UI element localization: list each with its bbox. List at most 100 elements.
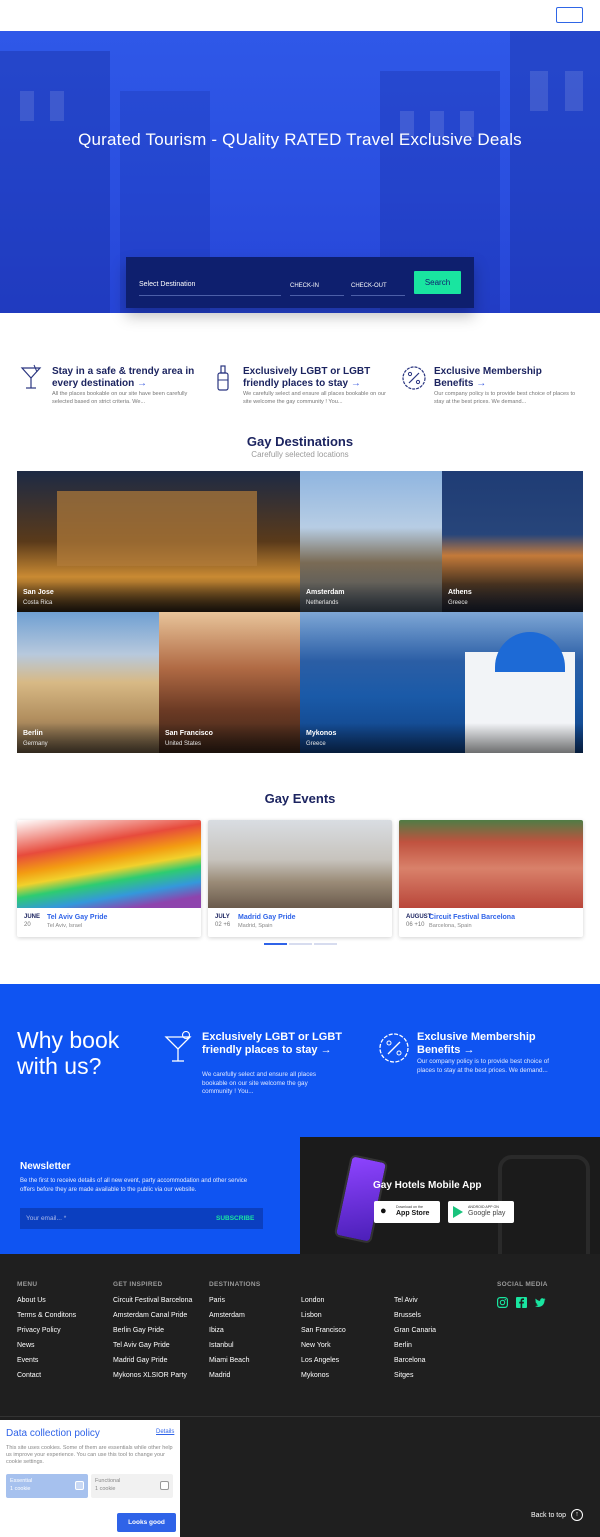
top-bar — [0, 0, 600, 31]
footer-link[interactable]: Tel Aviv Gay Pride — [113, 1342, 170, 1349]
event-card-madrid[interactable]: JULY 02 +6 Madrid Gay Pride Madrid, Spai… — [208, 820, 392, 937]
mobile-app-section — [300, 1137, 600, 1254]
footer-link[interactable]: Privacy Policy — [17, 1327, 61, 1334]
footer-link[interactable]: Lisbon — [301, 1312, 322, 1319]
instagram-icon[interactable] — [497, 1297, 508, 1308]
destination-tile-berlin[interactable]: Berlin Germany — [17, 612, 159, 753]
destination-name: San Francisco — [165, 730, 213, 737]
footer-link[interactable]: Paris — [209, 1297, 225, 1304]
event-name[interactable]: Madrid Gay Pride — [238, 914, 296, 921]
event-name[interactable]: Tel Aviv Gay Pride — [47, 914, 107, 921]
subscribe-button[interactable]: SUBSCRIBE — [216, 1215, 254, 1222]
destination-country: Greece — [306, 741, 326, 747]
footer-link[interactable]: Terms & Conditons — [17, 1312, 76, 1319]
event-day: 20 — [24, 922, 31, 928]
event-card-barcelona[interactable]: AUGUST 06 +10 Circuit Festival Barcelona… — [399, 820, 583, 937]
cookie-details-link[interactable]: Details — [156, 1429, 174, 1435]
footer-link[interactable]: Barcelona — [394, 1357, 426, 1364]
footer-link[interactable]: Sitges — [394, 1372, 413, 1379]
event-name[interactable]: Circuit Festival Barcelona — [429, 914, 515, 921]
footer-link[interactable]: Ibiza — [209, 1327, 224, 1334]
checkbox-icon[interactable] — [160, 1481, 169, 1490]
footer-link[interactable]: Brussels — [394, 1312, 421, 1319]
footer-link[interactable]: Madrid — [209, 1372, 230, 1379]
destination-tile-mykonos[interactable]: Mykonos Greece — [300, 612, 583, 753]
checkbox-checked-icon[interactable] — [75, 1481, 84, 1490]
cookie-text: This site uses cookies. Some of them are… — [6, 1445, 173, 1465]
destination-tile-san-francisco[interactable]: San Francisco United States — [159, 612, 300, 753]
arrow-up-icon[interactable]: ↑ — [571, 1509, 583, 1521]
back-to-top-link[interactable]: Back to top — [531, 1512, 566, 1519]
arrow-right-icon: → — [320, 1044, 332, 1056]
destination-name: Athens — [448, 589, 472, 596]
carousel-dot-active[interactable] — [264, 943, 287, 945]
feature-title: Exclusive Membership Benefits — [434, 366, 542, 389]
cookie-essential-option[interactable]: Essential 1 cookie — [6, 1474, 88, 1498]
app-store-button[interactable]: ● Download on the App Store — [374, 1201, 440, 1223]
footer-link[interactable]: New York — [301, 1342, 331, 1349]
footer-link[interactable]: London — [301, 1297, 324, 1304]
footer-link[interactable]: Madrid Gay Pride — [113, 1357, 167, 1364]
footer-link[interactable]: Amsterdam — [209, 1312, 245, 1319]
event-image — [399, 820, 583, 908]
newsletter-section — [0, 1137, 300, 1254]
feature-title: Stay in a safe & trendy area in every de… — [52, 366, 195, 389]
feature-safe-area[interactable]: Stay in a safe & trendy area in every de… — [19, 364, 199, 412]
checkin-date-input[interactable]: CHECK-IN — [290, 276, 344, 296]
cocktail-icon — [164, 1031, 192, 1062]
footer-link[interactable]: Istanbul — [209, 1342, 234, 1349]
cookie-option-count: 1 cookie — [10, 1486, 31, 1492]
footer-link[interactable]: Berlin Gay Pride — [113, 1327, 164, 1334]
footer-link[interactable]: Mykonos — [301, 1372, 329, 1379]
feature-membership[interactable]: Exclusive Membership Benefits → Our comp… — [401, 364, 591, 412]
footer-social-heading: SOCIAL MEDIA — [497, 1281, 548, 1288]
cocktail-icon — [20, 364, 42, 389]
newsletter-email-placeholder[interactable]: Your email... * — [26, 1215, 66, 1222]
google-play-button[interactable]: ANDROID APP ON Google play — [448, 1201, 514, 1223]
destination-tile-san-jose[interactable]: San Jose Costa Rica — [17, 471, 300, 612]
footer-link[interactable]: About Us — [17, 1297, 46, 1304]
footer-link[interactable]: Los Angeles — [301, 1357, 339, 1364]
why-feature-title: Exclusive Membership Benefits — [417, 1031, 536, 1056]
cookie-option-count: 1 cookie — [95, 1486, 116, 1492]
footer-link[interactable]: News — [17, 1342, 35, 1349]
footer-link[interactable]: Contact — [17, 1372, 41, 1379]
footer-link[interactable]: Miami Beach — [209, 1357, 249, 1364]
footer-link[interactable]: Berlin — [394, 1342, 412, 1349]
carousel-dot[interactable] — [314, 943, 337, 945]
twitter-icon[interactable] — [535, 1297, 546, 1308]
footer-link[interactable]: Gran Canaria — [394, 1327, 436, 1334]
feature-desc: We carefully select and ensure all place… — [243, 391, 386, 405]
footer-link[interactable]: Tel Aviv — [394, 1297, 418, 1304]
checkout-date-input[interactable]: CHECK-OUT — [351, 276, 405, 296]
bottle-icon — [217, 365, 229, 391]
footer-destinations-heading: DESTINATIONS — [209, 1281, 261, 1288]
footer-link[interactable]: Circuit Festival Barcelona — [113, 1297, 192, 1304]
cookie-option-label: Essential — [10, 1478, 33, 1484]
event-month: JULY — [215, 914, 230, 920]
footer-link[interactable]: San Francisco — [301, 1327, 346, 1334]
event-image — [208, 820, 392, 908]
destination-tile-athens[interactable]: Athens Greece — [442, 471, 583, 612]
cookie-accept-button[interactable]: Looks good — [117, 1513, 176, 1532]
arrow-right-icon: → — [463, 1044, 475, 1056]
destination-tile-amsterdam[interactable]: Amsterdam Netherlands — [300, 471, 442, 612]
search-button[interactable]: Search — [414, 271, 461, 294]
carousel-dot[interactable] — [289, 943, 312, 945]
footer-link[interactable]: Events — [17, 1357, 38, 1364]
destination-country: Costa Rica — [23, 600, 53, 606]
destination-country: Greece — [448, 600, 468, 606]
newsletter-title: Newsletter — [20, 1161, 71, 1172]
feature-lgbt-friendly[interactable]: Exclusively LGBT or LGBT friendly places… — [210, 364, 395, 412]
event-image — [17, 820, 201, 908]
why-title: Why book with us? — [17, 1027, 120, 1079]
cookie-functional-option[interactable]: Functional 1 cookie — [91, 1474, 173, 1498]
footer-link[interactable]: Amsterdam Canal Pride — [113, 1312, 187, 1319]
menu-toggle-button[interactable] — [556, 7, 583, 23]
cookie-title: Data collection policy — [6, 1428, 100, 1439]
event-card-tel-aviv[interactable]: JUNE 20 Tel Aviv Gay Pride Tel Aviv, Isr… — [17, 820, 201, 937]
facebook-icon[interactable] — [516, 1297, 527, 1308]
destination-select[interactable]: Select Destination — [139, 276, 281, 296]
footer-link[interactable]: Mykonos XLSIOR Party — [113, 1372, 187, 1379]
app-title: Gay Hotels Mobile App — [373, 1180, 482, 1191]
